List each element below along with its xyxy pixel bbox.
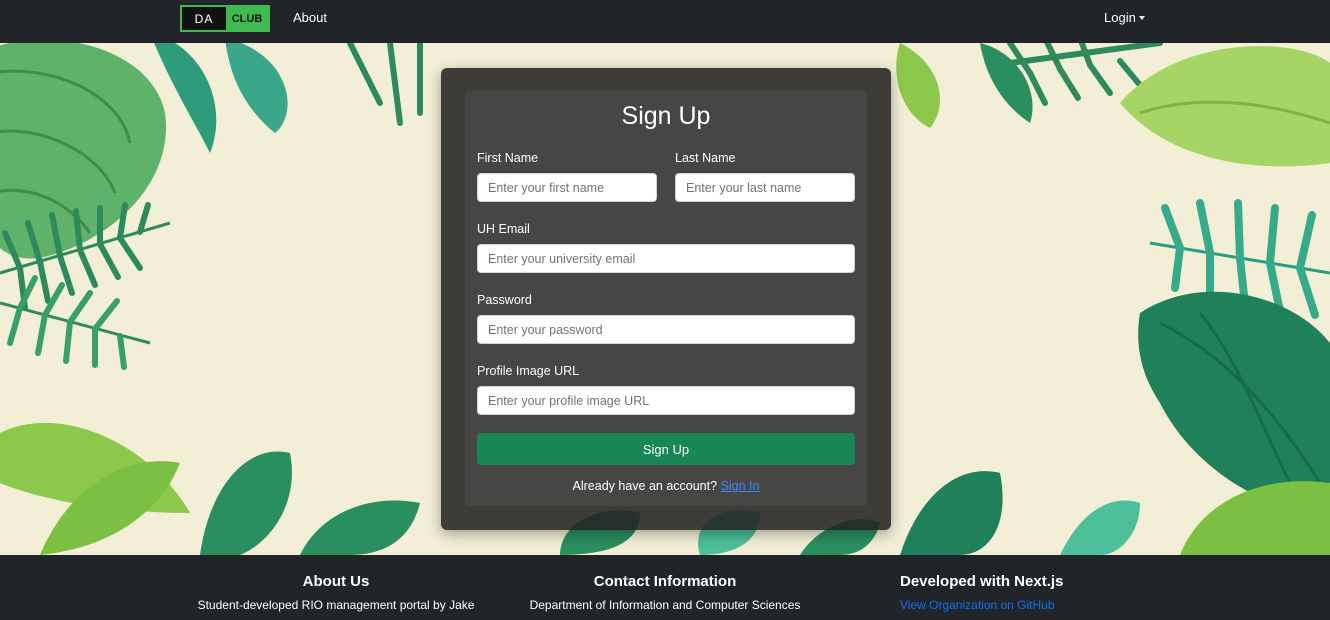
- last-name-label: Last Name: [675, 151, 736, 165]
- password-input[interactable]: [477, 315, 855, 344]
- signup-button[interactable]: Sign Up: [477, 433, 855, 465]
- nav-about-link[interactable]: About: [293, 10, 327, 26]
- signup-form: Sign Up First Name Last Name UH Email Pa…: [465, 91, 867, 506]
- first-name-input[interactable]: [477, 173, 657, 202]
- brand-logo-da: DA: [182, 7, 226, 30]
- password-label: Password: [477, 293, 532, 307]
- github-link[interactable]: View Organization on GitHub: [900, 597, 1090, 613]
- profile-image-input[interactable]: [477, 386, 855, 415]
- footer-about-title: About Us: [302, 573, 370, 590]
- footer-contact: Contact Information Department of Inform…: [515, 573, 815, 613]
- brand-logo[interactable]: DA CLUB: [180, 5, 270, 32]
- email-label: UH Email: [477, 222, 530, 236]
- navbar: DA CLUB About Login: [0, 0, 1330, 43]
- signin-prompt: Already have an account? Sign In: [465, 478, 867, 494]
- footer: About Us Student-developed RIO managemen…: [0, 555, 1330, 620]
- already-have-account-text: Already have an account?: [572, 479, 718, 493]
- footer-contact-title: Contact Information: [593, 573, 737, 590]
- footer-dev-title: Developed with Next.js: [900, 573, 1064, 590]
- caret-down-icon: [1138, 16, 1145, 20]
- form-title: Sign Up: [621, 102, 711, 130]
- login-dropdown[interactable]: Login: [1104, 10, 1145, 26]
- footer-developed: Developed with Next.js View Organization…: [900, 573, 1090, 613]
- profile-image-label: Profile Image URL: [477, 364, 580, 378]
- brand-logo-club: CLUB: [231, 12, 263, 25]
- first-name-label: First Name: [477, 151, 539, 165]
- email-input[interactable]: [477, 244, 855, 273]
- footer-about: About Us Student-developed RIO managemen…: [186, 573, 486, 613]
- footer-about-text: Student-developed RIO management portal …: [197, 598, 475, 612]
- last-name-input[interactable]: [675, 173, 855, 202]
- login-label: Login: [1104, 10, 1136, 25]
- footer-contact-text: Department of Information and Computer S…: [529, 598, 801, 612]
- signup-card: Sign Up First Name Last Name UH Email Pa…: [441, 68, 891, 530]
- sign-in-link[interactable]: Sign In: [721, 479, 760, 493]
